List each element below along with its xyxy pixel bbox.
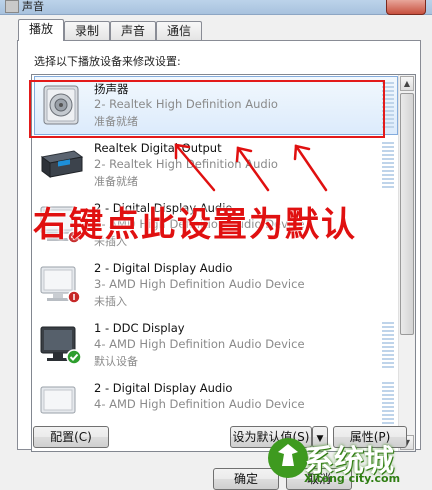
volume-level-meter [382, 322, 394, 368]
tab-communications[interactable]: 通信 [156, 21, 202, 40]
tab-recording[interactable]: 录制 [64, 21, 110, 40]
scroll-up-icon[interactable]: ▲ [400, 76, 414, 91]
instruction-label: 选择以下播放设备来修改设置: [34, 55, 181, 68]
device-name: 2 - Digital Display Audio [94, 381, 233, 395]
device-status: 未插入 [94, 295, 127, 308]
digital-output-icon [38, 143, 84, 187]
monitor-icon [38, 383, 84, 427]
close-button[interactable] [386, 0, 426, 15]
device-list-scrollbar[interactable]: ▲ ▼ [398, 75, 415, 451]
tab-playback[interactable]: 播放 [18, 19, 64, 41]
volume-level-meter [382, 382, 394, 428]
tab-sounds[interactable]: 声音 [110, 21, 156, 40]
device-name: 2 - Digital Display Audio [94, 261, 233, 275]
monitor-default-icon [38, 323, 84, 367]
device-driver: 4- AMD High Definition Audio Device [94, 337, 305, 351]
monitor-unplugged-icon [38, 263, 84, 307]
volume-level-meter [382, 142, 394, 188]
sound-app-icon [5, 0, 19, 13]
device-item-digital-output[interactable]: Realtek Digital Output 2- Realtek High D… [32, 135, 398, 195]
configure-button[interactable]: 配置(C) [33, 426, 109, 448]
device-status: 默认设备 [94, 355, 138, 368]
scroll-thumb[interactable] [400, 93, 414, 335]
device-name: 1 - DDC Display [94, 321, 185, 335]
window-titlebar: 声音 [0, 0, 432, 15]
device-driver: 4- AMD High Definition Audio Device [94, 397, 305, 411]
highlight-box [29, 80, 385, 138]
device-item-display-audio[interactable]: 2 - Digital Display Audio 3- AMD High De… [32, 255, 398, 315]
device-name: Realtek Digital Output [94, 141, 222, 155]
device-driver: 3- AMD High Definition Audio Device [94, 277, 305, 291]
device-status: 准备就绪 [94, 175, 138, 188]
window-title: 声音 [22, 0, 44, 13]
watermark-url: Xitong city.com [304, 472, 401, 485]
device-driver: 2- Realtek High Definition Audio [94, 157, 278, 171]
device-item-ddc-display[interactable]: 1 - DDC Display 4- AMD High Definition A… [32, 315, 398, 375]
annotation-text: 右键点此设置为默认 [33, 205, 357, 245]
